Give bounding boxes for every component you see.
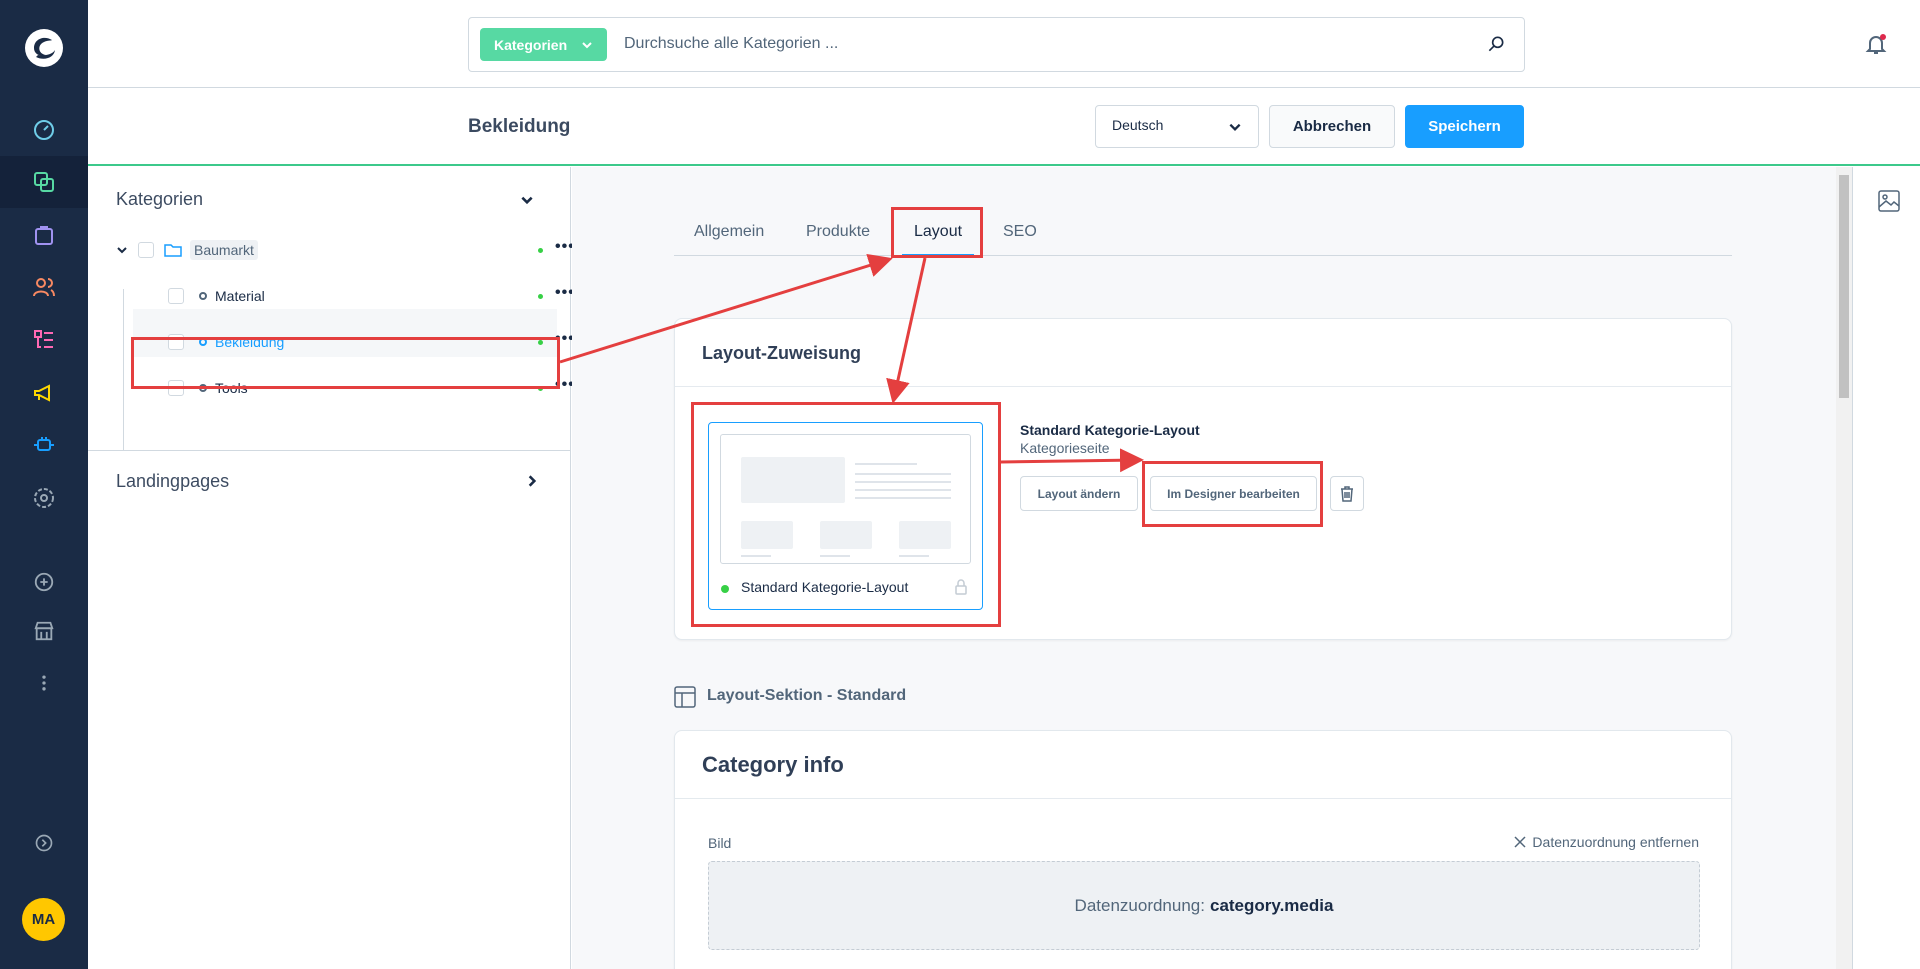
annotation-arrows (559, 253, 1144, 473)
